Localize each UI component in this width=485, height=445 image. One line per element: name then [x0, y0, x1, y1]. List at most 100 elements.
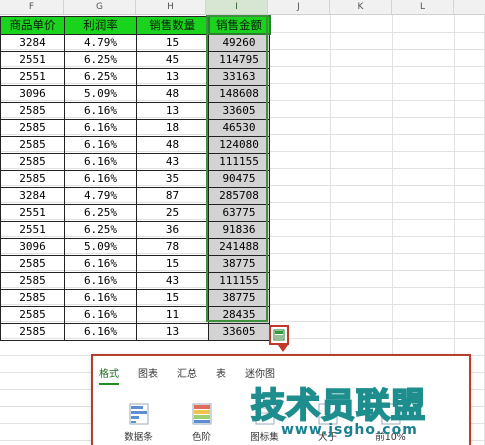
- cell-quantity[interactable]: 35: [136, 169, 209, 188]
- data-bars-icon: [129, 403, 148, 425]
- cell-unit-price[interactable]: 2585: [0, 254, 65, 273]
- cell-profit-rate[interactable]: 6.16%: [64, 288, 137, 307]
- cell-unit-price[interactable]: 2585: [0, 322, 65, 341]
- cell-profit-rate[interactable]: 4.79%: [64, 33, 137, 52]
- cell-sales-amount[interactable]: 38775: [208, 254, 270, 273]
- cell-sales-amount[interactable]: 46530: [208, 118, 270, 137]
- cell-quantity[interactable]: 15: [136, 33, 209, 52]
- cell-quantity[interactable]: 13: [136, 101, 209, 120]
- cell-quantity[interactable]: 13: [136, 322, 209, 341]
- cell-unit-price[interactable]: 3096: [0, 84, 65, 103]
- column-header-g[interactable]: G: [64, 0, 136, 14]
- cell-sales-amount[interactable]: 38775: [208, 288, 270, 307]
- cell-sales-amount[interactable]: 49260: [208, 33, 270, 52]
- tab-charts[interactable]: 图表: [138, 365, 158, 385]
- cell-quantity[interactable]: 11: [136, 305, 209, 324]
- table-row: 2585 6.16% 15 38775: [0, 254, 270, 273]
- cell-quantity[interactable]: 87: [136, 186, 209, 205]
- table-row: 2551 6.25% 13 33163: [0, 67, 270, 86]
- cell-profit-rate[interactable]: 6.16%: [64, 271, 137, 290]
- cell-unit-price[interactable]: 3284: [0, 33, 65, 52]
- cell-sales-amount[interactable]: 90475: [208, 169, 270, 188]
- cell-quantity[interactable]: 15: [136, 288, 209, 307]
- cell-quantity[interactable]: 36: [136, 220, 209, 239]
- cell-quantity[interactable]: 18: [136, 118, 209, 137]
- cell-profit-rate[interactable]: 6.16%: [64, 152, 137, 171]
- cell-unit-price[interactable]: 2585: [0, 271, 65, 290]
- cell-profit-rate[interactable]: 6.25%: [64, 50, 137, 69]
- cell-sales-amount[interactable]: 33163: [208, 67, 270, 86]
- cell-sales-amount[interactable]: 124080: [208, 135, 270, 154]
- cell-unit-price[interactable]: 2551: [0, 203, 65, 222]
- cell-profit-rate[interactable]: 6.25%: [64, 220, 137, 239]
- column-header-k[interactable]: K: [330, 0, 392, 14]
- header-profit-rate[interactable]: 利润率: [64, 15, 137, 35]
- data-bars-option[interactable]: 数据条: [111, 402, 166, 443]
- cell-profit-rate[interactable]: 6.16%: [64, 254, 137, 273]
- watermark-title: 技术员联盟: [250, 385, 426, 427]
- header-unit-price[interactable]: 商品单价: [0, 15, 65, 35]
- cell-sales-amount[interactable]: 111155: [208, 271, 270, 290]
- cell-profit-rate[interactable]: 6.25%: [64, 203, 137, 222]
- cell-quantity[interactable]: 43: [136, 152, 209, 171]
- cell-unit-price[interactable]: 2585: [0, 152, 65, 171]
- cell-sales-amount[interactable]: 33605: [208, 101, 270, 120]
- color-scale-icon: [192, 403, 211, 425]
- tab-tables[interactable]: 表: [216, 365, 226, 385]
- cell-sales-amount[interactable]: 63775: [208, 203, 270, 222]
- cell-unit-price[interactable]: 2585: [0, 288, 65, 307]
- column-header-f[interactable]: F: [0, 0, 64, 14]
- table-row: 2551 6.25% 25 63775: [0, 203, 270, 222]
- cell-unit-price[interactable]: 2551: [0, 220, 65, 239]
- cell-sales-amount[interactable]: 148608: [208, 84, 270, 103]
- cell-unit-price[interactable]: 2585: [0, 305, 65, 324]
- cell-profit-rate[interactable]: 6.16%: [64, 322, 137, 341]
- cell-unit-price[interactable]: 2551: [0, 50, 65, 69]
- color-scale-option[interactable]: 色阶: [174, 402, 229, 443]
- cell-sales-amount[interactable]: 33605: [208, 322, 270, 341]
- header-quantity[interactable]: 销售数量: [136, 15, 209, 35]
- cell-quantity[interactable]: 13: [136, 67, 209, 86]
- quick-analysis-button[interactable]: [269, 325, 289, 345]
- column-header-i[interactable]: I: [206, 0, 268, 14]
- cell-sales-amount[interactable]: 28435: [208, 305, 270, 324]
- cell-profit-rate[interactable]: 4.79%: [64, 186, 137, 205]
- cell-profit-rate[interactable]: 6.16%: [64, 101, 137, 120]
- cell-quantity[interactable]: 43: [136, 271, 209, 290]
- table-row: 2585 6.16% 43 111155: [0, 271, 270, 290]
- column-header-l[interactable]: L: [392, 0, 454, 14]
- header-sales-amount[interactable]: 销售金额: [207, 15, 271, 35]
- cell-unit-price[interactable]: 2585: [0, 169, 65, 188]
- cell-quantity[interactable]: 48: [136, 135, 209, 154]
- cell-unit-price[interactable]: 2585: [0, 135, 65, 154]
- cell-profit-rate[interactable]: 5.09%: [64, 84, 137, 103]
- data-table: 商品单价 利润率 销售数量 销售金额 3284 4.79% 15 49260 2551 6…: [0, 15, 271, 341]
- cell-profit-rate[interactable]: 6.16%: [64, 118, 137, 137]
- cell-profit-rate[interactable]: 6.25%: [64, 67, 137, 86]
- cell-unit-price[interactable]: 3096: [0, 237, 65, 256]
- cell-quantity[interactable]: 25: [136, 203, 209, 222]
- column-header-j[interactable]: J: [268, 0, 330, 14]
- cell-unit-price[interactable]: 3284: [0, 186, 65, 205]
- cell-sales-amount[interactable]: 114795: [208, 50, 270, 69]
- tab-formatting[interactable]: 格式: [99, 365, 119, 385]
- cell-unit-price[interactable]: 2585: [0, 101, 65, 120]
- tab-totals[interactable]: 汇总: [177, 365, 197, 385]
- cell-quantity[interactable]: 15: [136, 254, 209, 273]
- cell-profit-rate[interactable]: 6.16%: [64, 169, 137, 188]
- cell-sales-amount[interactable]: 111155: [208, 152, 270, 171]
- cell-profit-rate[interactable]: 5.09%: [64, 237, 137, 256]
- cell-unit-price[interactable]: 2585: [0, 118, 65, 137]
- cell-sales-amount[interactable]: 241488: [208, 237, 270, 256]
- cell-unit-price[interactable]: 2551: [0, 67, 65, 86]
- cell-quantity[interactable]: 45: [136, 50, 209, 69]
- cell-sales-amount[interactable]: 285708: [208, 186, 270, 205]
- cell-quantity[interactable]: 78: [136, 237, 209, 256]
- table-row: 3096 5.09% 78 241488: [0, 237, 270, 256]
- cell-profit-rate[interactable]: 6.16%: [64, 305, 137, 324]
- cell-sales-amount[interactable]: 91836: [208, 220, 270, 239]
- table-row: 3284 4.79% 87 285708: [0, 186, 270, 205]
- cell-profit-rate[interactable]: 6.16%: [64, 135, 137, 154]
- column-header-h[interactable]: H: [136, 0, 206, 14]
- cell-quantity[interactable]: 48: [136, 84, 209, 103]
